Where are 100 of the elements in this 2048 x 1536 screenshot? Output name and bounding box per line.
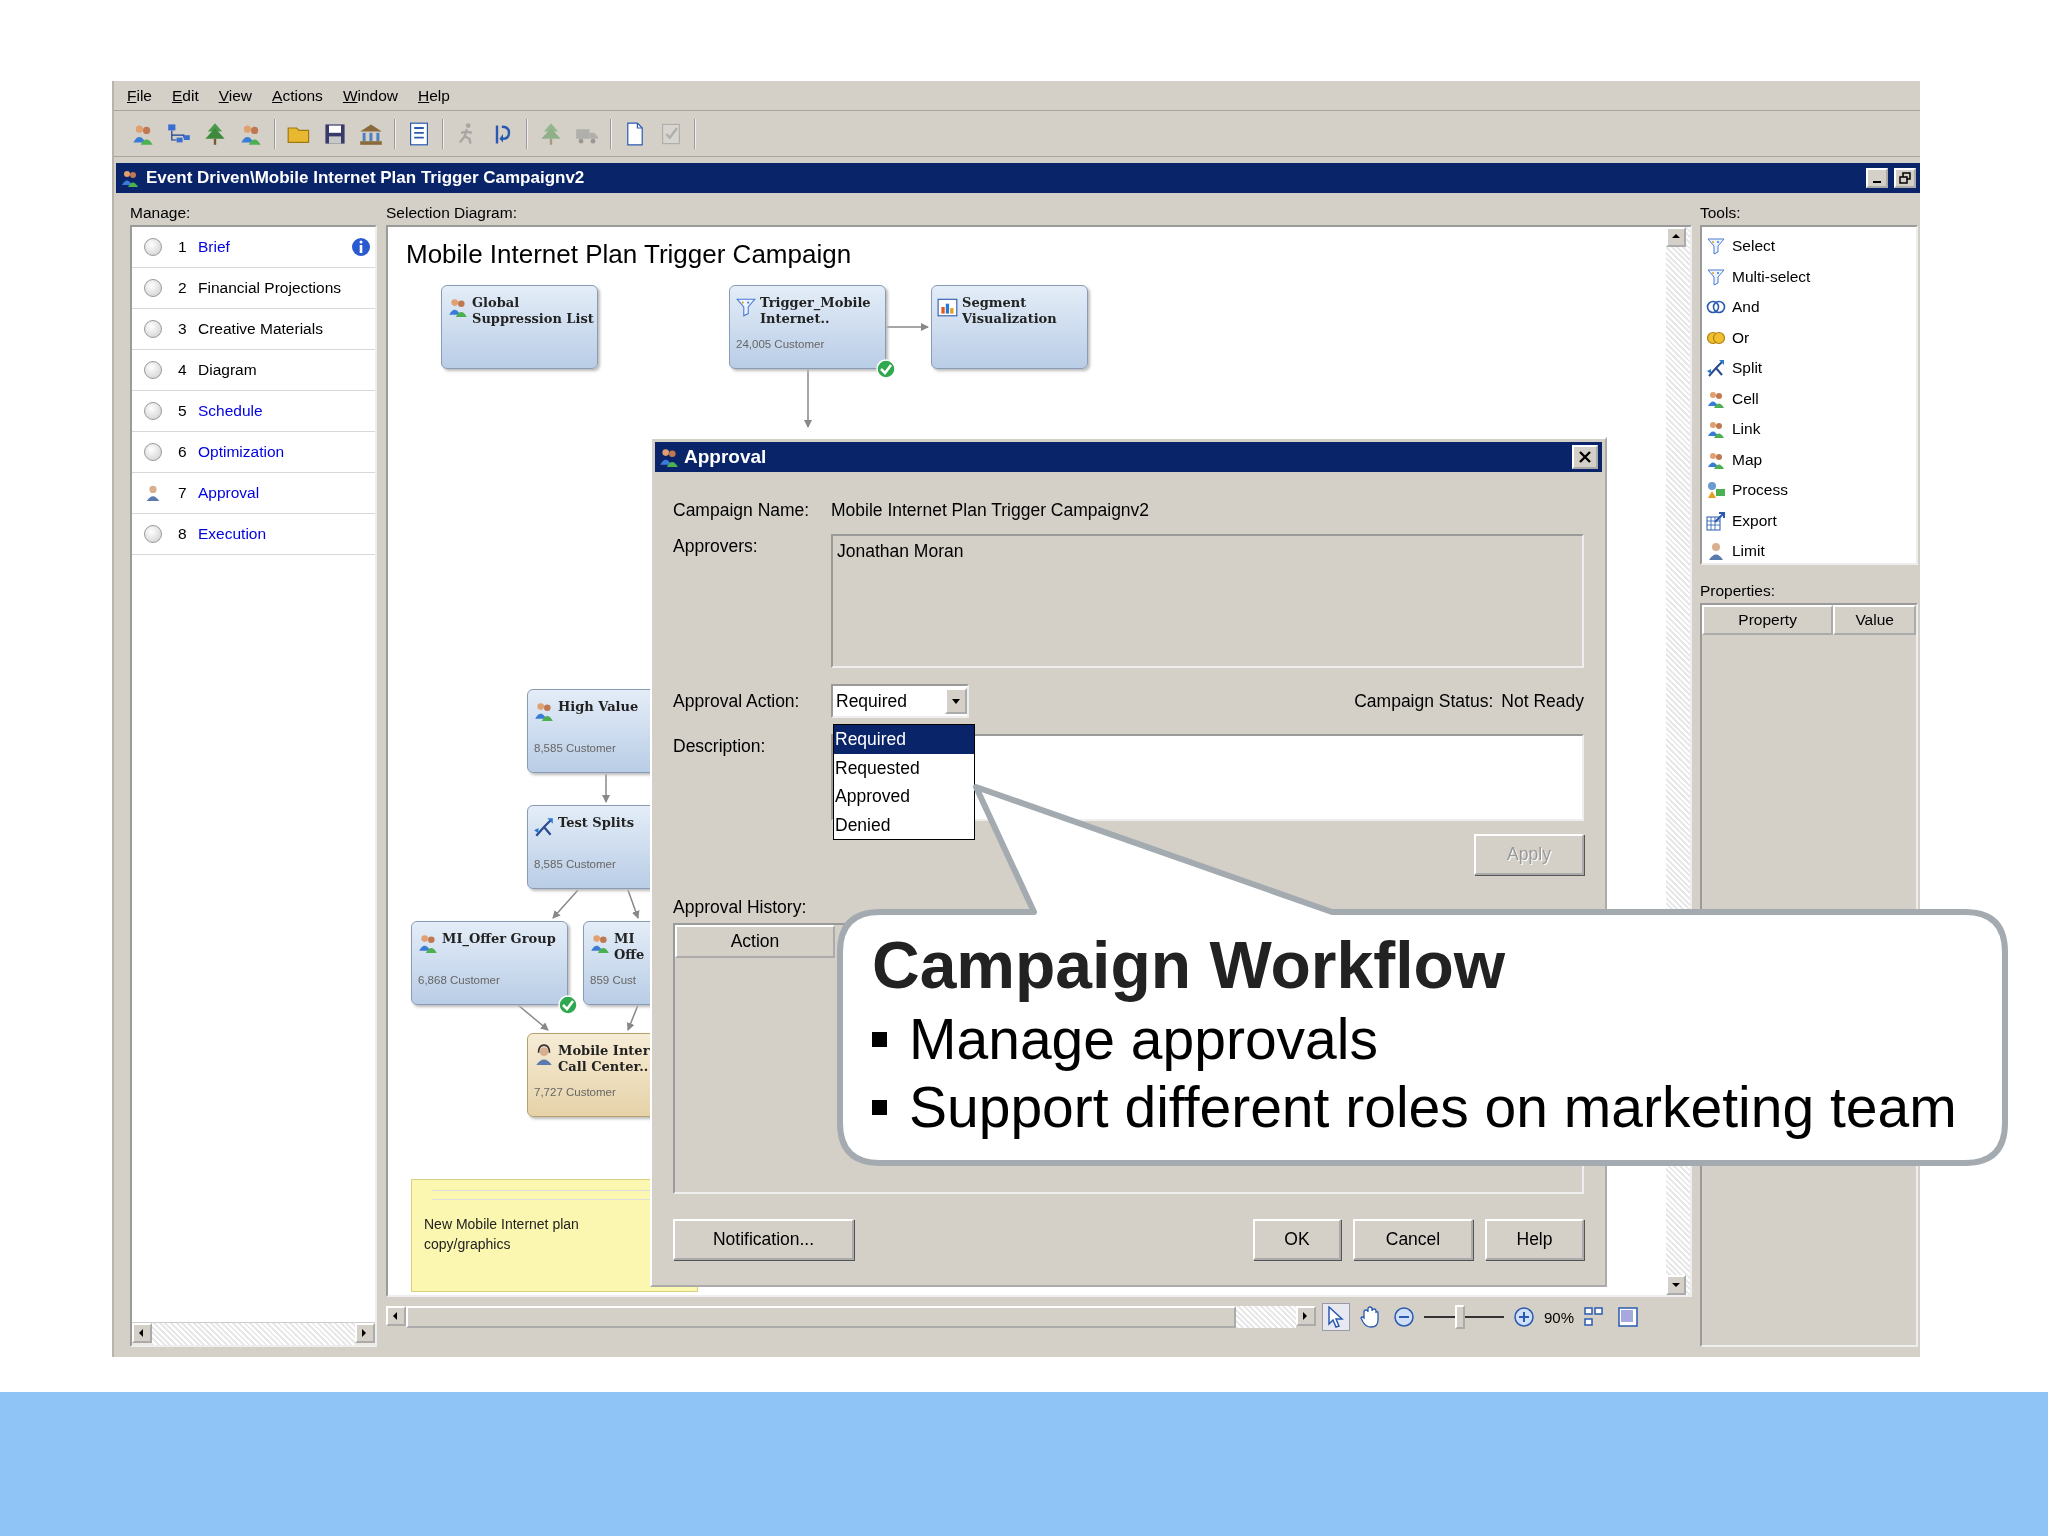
people-icon bbox=[1706, 419, 1726, 440]
connector-arrow bbox=[885, 323, 929, 331]
people-icon bbox=[417, 932, 439, 954]
scroll-arrow-button[interactable] bbox=[1666, 1275, 1686, 1295]
diagram-title: Mobile Internet Plan Trigger Campaign bbox=[406, 239, 852, 270]
tool-item[interactable]: Process bbox=[1702, 475, 1916, 506]
node-label: MI_Offer Group bbox=[442, 931, 556, 947]
menu-item[interactable]: Edit bbox=[165, 84, 206, 107]
node-label: Global bbox=[472, 295, 521, 311]
scroll-arrow-button[interactable] bbox=[355, 1323, 375, 1343]
scrollbar[interactable] bbox=[132, 1322, 375, 1345]
diagram-node[interactable]: Trigger_Mobile Internet.. 24,005 Customer bbox=[729, 285, 886, 369]
person-icon bbox=[1706, 541, 1726, 562]
diagram-node[interactable]: Segment Visualization bbox=[931, 285, 1088, 369]
menu-item[interactable]: File bbox=[120, 84, 159, 107]
menu-item[interactable]: Actions bbox=[265, 84, 330, 107]
menu-item[interactable]: Help bbox=[411, 84, 457, 107]
dialog-title: Approval bbox=[684, 446, 768, 468]
tool-item[interactable]: Or bbox=[1702, 322, 1916, 353]
people-icon bbox=[447, 296, 469, 318]
step-item[interactable]: 4 Diagram bbox=[132, 350, 375, 391]
connector-arrow bbox=[552, 889, 579, 919]
step-item[interactable]: 1 Brief bbox=[132, 227, 375, 268]
tool-item[interactable]: Link bbox=[1702, 414, 1916, 445]
panel-label: Tools: bbox=[1700, 203, 1742, 223]
node-label: Segment bbox=[962, 295, 1028, 311]
dropdown-option[interactable]: Requested bbox=[834, 753, 974, 782]
caret-icon bbox=[951, 697, 961, 705]
connector-arrow bbox=[627, 889, 640, 919]
step-item[interactable]: 3 Creative Materials bbox=[132, 309, 375, 350]
step-item[interactable]: 8 Execution bbox=[132, 514, 375, 555]
field-label: Campaign Name: bbox=[673, 499, 811, 522]
close-button[interactable] bbox=[1572, 445, 1598, 469]
menu-item[interactable]: View bbox=[211, 84, 260, 107]
connector-arrow bbox=[626, 1004, 639, 1031]
save-icon[interactable] bbox=[323, 121, 347, 146]
connector-arrow bbox=[602, 773, 610, 803]
minimize-icon bbox=[1873, 181, 1881, 183]
split-icon bbox=[533, 816, 555, 838]
node-label: Mobile Inter bbox=[558, 1043, 650, 1059]
tool-item[interactable]: Export bbox=[1702, 505, 1916, 536]
info-icon[interactable] bbox=[351, 237, 371, 257]
step-item[interactable]: 2 Financial Projections bbox=[132, 268, 375, 309]
tree-icon[interactable] bbox=[203, 121, 227, 146]
tool-item[interactable]: Split bbox=[1702, 353, 1916, 384]
tool-item[interactable]: Limit bbox=[1702, 536, 1916, 567]
close-icon bbox=[1578, 450, 1592, 464]
tool-item[interactable]: Multi-select bbox=[1702, 261, 1916, 292]
column-header[interactable]: Property bbox=[1702, 605, 1834, 635]
minimize-button[interactable] bbox=[1866, 168, 1888, 188]
funnel-icon bbox=[735, 296, 757, 318]
panel-label: Properties: bbox=[1700, 581, 1776, 601]
field-label: Approvers: bbox=[673, 535, 759, 558]
list-icon[interactable] bbox=[407, 121, 431, 146]
step-item[interactable]: 7 Approval bbox=[132, 473, 375, 514]
tool-item[interactable]: Map bbox=[1702, 444, 1916, 475]
zoom-slider[interactable] bbox=[1424, 1303, 1504, 1331]
panel-label: Selection Diagram: bbox=[386, 203, 518, 223]
dropdown-option[interactable]: Approved bbox=[834, 782, 974, 811]
notification-button[interactable]: Notification... bbox=[673, 1219, 854, 1260]
split-icon bbox=[1706, 358, 1726, 379]
diagram-node[interactable]: MI_Offer Group 6,868 Customer bbox=[411, 921, 568, 1005]
step-item[interactable]: 5 Schedule bbox=[132, 391, 375, 432]
restore-button[interactable] bbox=[1894, 168, 1916, 188]
node-label: Internet.. bbox=[760, 311, 831, 327]
tool-item[interactable]: And bbox=[1702, 292, 1916, 323]
dropdown-option[interactable]: Denied bbox=[834, 810, 974, 839]
panel-label: Manage: bbox=[130, 203, 192, 223]
column-header[interactable]: Value bbox=[1833, 605, 1916, 635]
scroll-arrow-button[interactable] bbox=[1666, 227, 1686, 247]
node-label: Visualization bbox=[962, 311, 1057, 327]
dialog-button[interactable]: OK bbox=[1253, 1219, 1341, 1260]
dialog-button[interactable]: Help bbox=[1485, 1219, 1584, 1260]
tool-item[interactable]: Select bbox=[1702, 231, 1916, 262]
connector-arrow bbox=[517, 1004, 549, 1031]
bullet-text: Support different roles on marketing team bbox=[909, 1074, 1957, 1141]
dialog-button[interactable]: Cancel bbox=[1353, 1219, 1473, 1260]
node-label: Trigger_Mobile bbox=[760, 295, 871, 311]
node-count: 7,727 Customer bbox=[534, 1086, 616, 1098]
diagram-node[interactable]: Global Suppression List bbox=[441, 285, 598, 369]
node-count: 24,005 Customer bbox=[736, 338, 825, 350]
node-label: MI bbox=[614, 931, 636, 947]
approval-action-dropdown[interactable]: Required bbox=[831, 684, 969, 718]
scroll-arrow-button[interactable] bbox=[386, 1306, 406, 1326]
scroll-arrow-button[interactable] bbox=[132, 1323, 152, 1343]
step-item[interactable]: 6 Optimization bbox=[132, 432, 375, 473]
approvers-field[interactable]: Jonathan Moran bbox=[831, 534, 1584, 668]
note-text: New Mobile Internet plan copy/graphics bbox=[424, 1215, 580, 1254]
menu-item[interactable]: Window bbox=[335, 84, 405, 107]
scroll-arrow-button[interactable] bbox=[1296, 1306, 1316, 1326]
pointer-button[interactable] bbox=[1322, 1303, 1350, 1331]
triangle-icon bbox=[1671, 1280, 1681, 1290]
dropdown-option[interactable]: Required bbox=[834, 725, 974, 754]
node-label: Call Center.. bbox=[558, 1059, 650, 1075]
tool-item[interactable]: Cell bbox=[1702, 383, 1916, 414]
column-header[interactable]: Action bbox=[675, 925, 835, 958]
restore-icon bbox=[1899, 172, 1911, 184]
connector-arrow bbox=[804, 368, 812, 428]
bullet-text: Manage approvals bbox=[909, 1006, 1378, 1073]
node-count: 859 Cust bbox=[590, 974, 637, 986]
